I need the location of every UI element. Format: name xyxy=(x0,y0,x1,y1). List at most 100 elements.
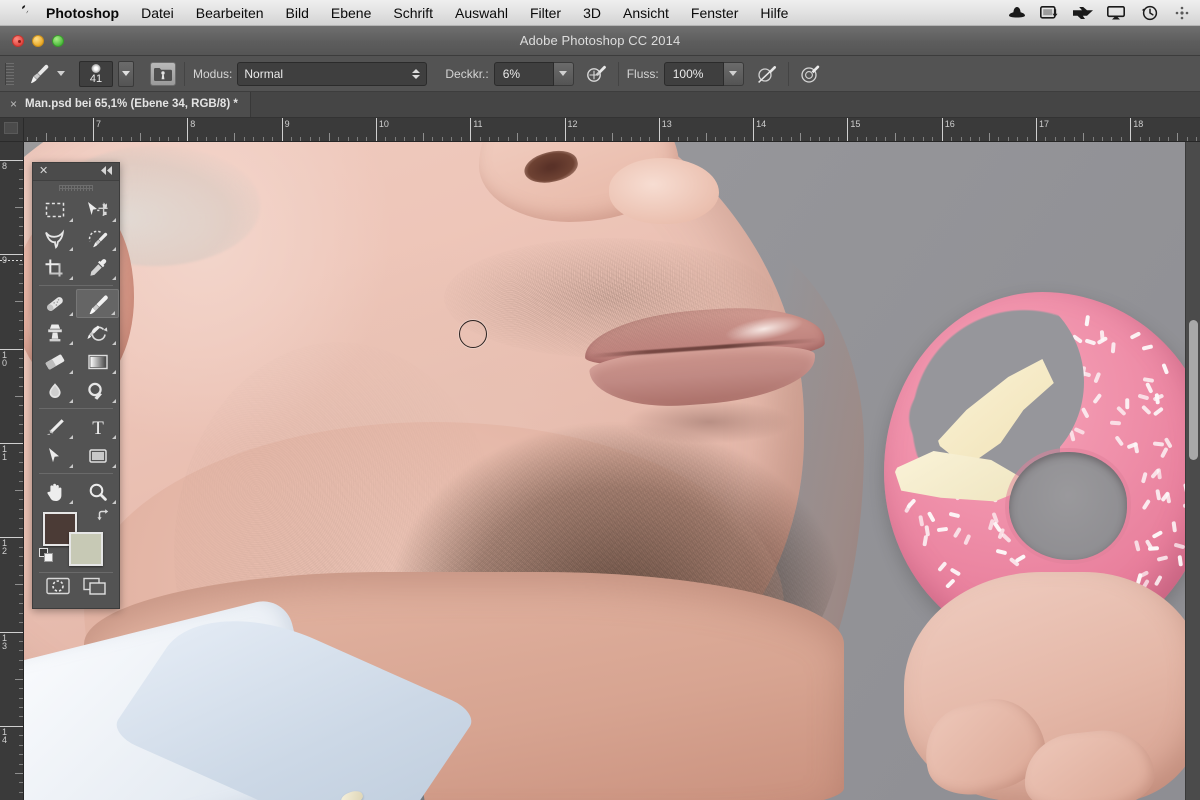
path-selection-tool[interactable] xyxy=(33,441,76,470)
donut-sprinkle xyxy=(1111,341,1117,354)
menu-bearbeiten[interactable]: Bearbeiten xyxy=(185,0,275,26)
zoom-tool[interactable] xyxy=(76,477,119,506)
donut-sprinkle xyxy=(1141,404,1152,415)
brush-tool-icon[interactable] xyxy=(26,63,52,85)
history-brush-tool[interactable] xyxy=(76,318,119,347)
screen-capture-icon[interactable] xyxy=(1040,4,1060,22)
close-button[interactable] xyxy=(12,34,24,47)
flow-dropdown-button[interactable] xyxy=(723,61,744,86)
tools-divider-1 xyxy=(39,285,113,286)
brush-preset-chevron-icon[interactable] xyxy=(57,71,65,76)
swap-colors-icon[interactable] xyxy=(96,508,111,528)
donut-sprinkle xyxy=(1137,393,1150,401)
blur-tool[interactable] xyxy=(33,376,76,405)
quick-selection-tool[interactable] xyxy=(76,224,119,253)
donut-sprinkle xyxy=(952,527,962,539)
menu-ebene[interactable]: Ebene xyxy=(320,0,382,26)
document-tab[interactable]: × Man.psd bei 65,1% (Ebene 34, RGB/8) * xyxy=(0,91,251,117)
menu-3d[interactable]: 3D xyxy=(572,0,612,26)
menu-hilfe[interactable]: Hilfe xyxy=(749,0,799,26)
menu-bild[interactable]: Bild xyxy=(275,0,320,26)
menu-ansicht[interactable]: Ansicht xyxy=(612,0,680,26)
pen-tool[interactable] xyxy=(33,412,76,441)
donut-sprinkle xyxy=(945,578,957,589)
flow-value: 100% xyxy=(672,66,704,81)
move-tool[interactable] xyxy=(76,195,119,224)
donut-sprinkle xyxy=(1147,546,1159,551)
horizontal-ruler[interactable]: 7 8 9 10 11 12 13 14 15 16 17 18 xyxy=(24,118,1200,142)
donut-sprinkle xyxy=(1080,407,1090,419)
dodge-tool[interactable] xyxy=(76,376,119,405)
bowler-hat-icon[interactable] xyxy=(1007,4,1027,22)
rectangular-marquee-tool[interactable] xyxy=(33,195,76,224)
eraser-tool[interactable] xyxy=(33,347,76,376)
tools-grid: T xyxy=(33,195,119,506)
ruler-h-label: 8 xyxy=(190,119,196,129)
menu-schrift[interactable]: Schrift xyxy=(382,0,444,26)
donut-sprinkle xyxy=(1145,382,1154,394)
brush-preset-picker-icon[interactable] xyxy=(150,61,176,86)
menu-auswahl[interactable]: Auswahl xyxy=(444,0,519,26)
fast-forward-icon[interactable] xyxy=(1073,4,1093,22)
background-color-swatch[interactable] xyxy=(69,532,103,566)
vertical-scrollbar-thumb[interactable] xyxy=(1189,320,1198,460)
healing-brush-tool[interactable] xyxy=(33,289,76,318)
menu-datei[interactable]: Datei xyxy=(130,0,185,26)
blend-mode-select[interactable]: Normal xyxy=(237,61,428,86)
rectangle-tool[interactable] xyxy=(76,441,119,470)
lasso-tool[interactable] xyxy=(33,224,76,253)
clone-stamp-tool[interactable] xyxy=(33,318,76,347)
brush-size-dropdown-button[interactable] xyxy=(118,60,134,87)
flow-field[interactable]: 100% xyxy=(663,61,724,86)
tab-title: Man.psd bei 65,1% (Ebene 34, RGB/8) * xyxy=(25,98,238,110)
opacity-field[interactable]: 6% xyxy=(493,61,554,86)
vertical-scrollbar[interactable] xyxy=(1185,142,1200,800)
ruler-corner[interactable] xyxy=(0,118,24,142)
tools-divider-3 xyxy=(39,473,113,474)
menu-photoshop[interactable]: Photoshop xyxy=(40,0,130,26)
blend-mode-group: Modus: Normal xyxy=(193,61,428,86)
tools-panel-collapse-icon[interactable] xyxy=(100,165,113,178)
time-machine-icon[interactable] xyxy=(1139,4,1159,22)
tools-divider-2 xyxy=(39,408,113,409)
menu-fenster[interactable]: Fenster xyxy=(680,0,749,26)
screen-mode-icon[interactable] xyxy=(82,576,108,601)
tools-panel-grip[interactable] xyxy=(33,181,119,195)
opacity-label: Deckkr.: xyxy=(445,66,489,81)
vertical-ruler[interactable]: 891 01 11 21 31 4 xyxy=(0,142,24,800)
airplay-icon[interactable] xyxy=(1106,4,1126,22)
type-tool[interactable]: T xyxy=(76,412,119,441)
donut-sprinkle xyxy=(1100,330,1105,342)
subject-nose-tip xyxy=(609,158,719,224)
gradient-tool[interactable] xyxy=(76,347,119,376)
window-controls xyxy=(12,34,64,47)
hand-tool[interactable] xyxy=(33,477,76,506)
tab-close-icon[interactable]: × xyxy=(10,98,17,110)
donut-sprinkle xyxy=(1073,427,1086,436)
eyedropper-tool[interactable] xyxy=(76,253,119,282)
donut-sprinkle xyxy=(919,515,925,527)
options-bar-grip[interactable] xyxy=(5,62,14,85)
opacity-dropdown-button[interactable] xyxy=(553,61,574,86)
tools-panel-header[interactable]: ✕ xyxy=(33,163,119,181)
zoom-button[interactable] xyxy=(52,34,64,47)
default-colors-icon[interactable] xyxy=(39,548,54,568)
donut-sprinkle xyxy=(936,526,949,532)
airbrush-icon[interactable] xyxy=(754,62,780,86)
pressure-size-icon[interactable] xyxy=(797,62,823,86)
menu-filter[interactable]: Filter xyxy=(519,0,572,26)
minimize-button[interactable] xyxy=(32,34,44,47)
donut-sprinkle xyxy=(1171,520,1177,533)
brush-size-field[interactable]: 41 xyxy=(79,60,113,87)
quick-mask-icon[interactable] xyxy=(45,576,71,601)
dots-grid-icon[interactable] xyxy=(1172,4,1192,22)
apple-logo-icon[interactable] xyxy=(14,3,30,23)
tools-panel-close-icon[interactable]: ✕ xyxy=(39,166,48,177)
color-swatches xyxy=(33,506,119,570)
pressure-opacity-icon[interactable] xyxy=(584,62,610,86)
crop-tool[interactable] xyxy=(33,253,76,282)
canvas-viewport[interactable] xyxy=(24,142,1200,800)
flow-label: Fluss: xyxy=(626,66,659,81)
brush-tool[interactable] xyxy=(76,289,119,318)
tool-options-bar: 41 Modus: Normal Deckkr.: 6% Fluss: 100% xyxy=(0,56,1200,92)
